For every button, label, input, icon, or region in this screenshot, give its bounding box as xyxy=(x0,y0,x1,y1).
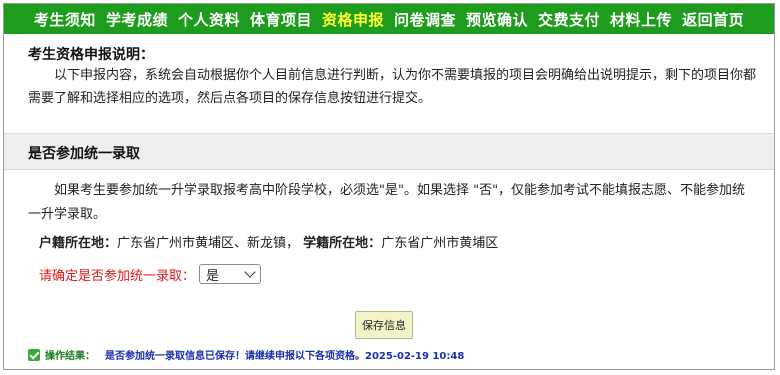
question-label: 请确定是否参加统一录取： xyxy=(39,268,196,284)
result-label: 操作结果： xyxy=(45,351,95,362)
result-message: 是否参加统一录取信息已保存！请继续申报以下各项资格。2025-02-19 10:… xyxy=(105,351,465,362)
section-description: 如果考生要参加统一升学录取报考高中阶段学校，必须选"是"。如果选择 "否"，仅能… xyxy=(28,183,746,222)
intro-body: 以下申报内容，系统会自动根据你个人目前信息进行判断，认为你不需要填报的项目会明确… xyxy=(28,68,757,106)
household-value: 广东省广州市黄埔区、新龙镇， xyxy=(117,236,300,251)
nav-item-payment[interactable]: 交费支付 xyxy=(533,9,605,30)
household-label: 户籍所在地： xyxy=(39,236,118,251)
nav-item-scores[interactable]: 学考成绩 xyxy=(101,9,173,30)
nav-item-qualification[interactable]: 资格申报 xyxy=(317,9,389,30)
page-frame: 考生须知 学考成绩 个人资料 体育项目 资格申报 问卷调查 预览确认 交费支付 … xyxy=(3,3,775,370)
school-label: 学籍所在地： xyxy=(303,236,382,251)
top-nav: 考生须知 学考成绩 个人资料 体育项目 资格申报 问卷调查 预览确认 交费支付 … xyxy=(4,4,774,34)
save-button[interactable]: 保存信息 xyxy=(355,311,413,339)
nav-item-profile[interactable]: 个人资料 xyxy=(173,9,245,30)
nav-item-preview[interactable]: 预览确认 xyxy=(461,9,533,30)
nav-item-notice[interactable]: 考生须知 xyxy=(29,9,101,30)
intro-title: 考生资格申报说明： xyxy=(28,47,154,63)
question-row: 请确定是否参加统一录取： 是 xyxy=(39,264,262,284)
nav-item-survey[interactable]: 问卷调查 xyxy=(389,9,461,30)
school-value: 广东省广州市黄埔区 xyxy=(381,236,499,251)
nav-item-home[interactable]: 返回首页 xyxy=(677,9,749,30)
select-value: 是 xyxy=(206,268,220,284)
nav-item-upload[interactable]: 材料上传 xyxy=(605,9,677,30)
participate-select[interactable]: 是 xyxy=(199,264,262,284)
chevron-down-icon xyxy=(244,266,256,278)
section-header: 是否参加统一录取 xyxy=(4,133,774,170)
result-row: 操作结果： 是否参加统一录取信息已保存！请继续申报以下各项资格。2025-02-… xyxy=(28,347,464,362)
check-icon xyxy=(28,348,40,361)
section-title: 是否参加统一录取 xyxy=(28,146,140,162)
location-info: 户籍所在地：广东省广州市黄埔区、新龙镇， 学籍所在地：广东省广州市黄埔区 xyxy=(39,232,498,251)
nav-item-sports[interactable]: 体育项目 xyxy=(245,9,317,30)
